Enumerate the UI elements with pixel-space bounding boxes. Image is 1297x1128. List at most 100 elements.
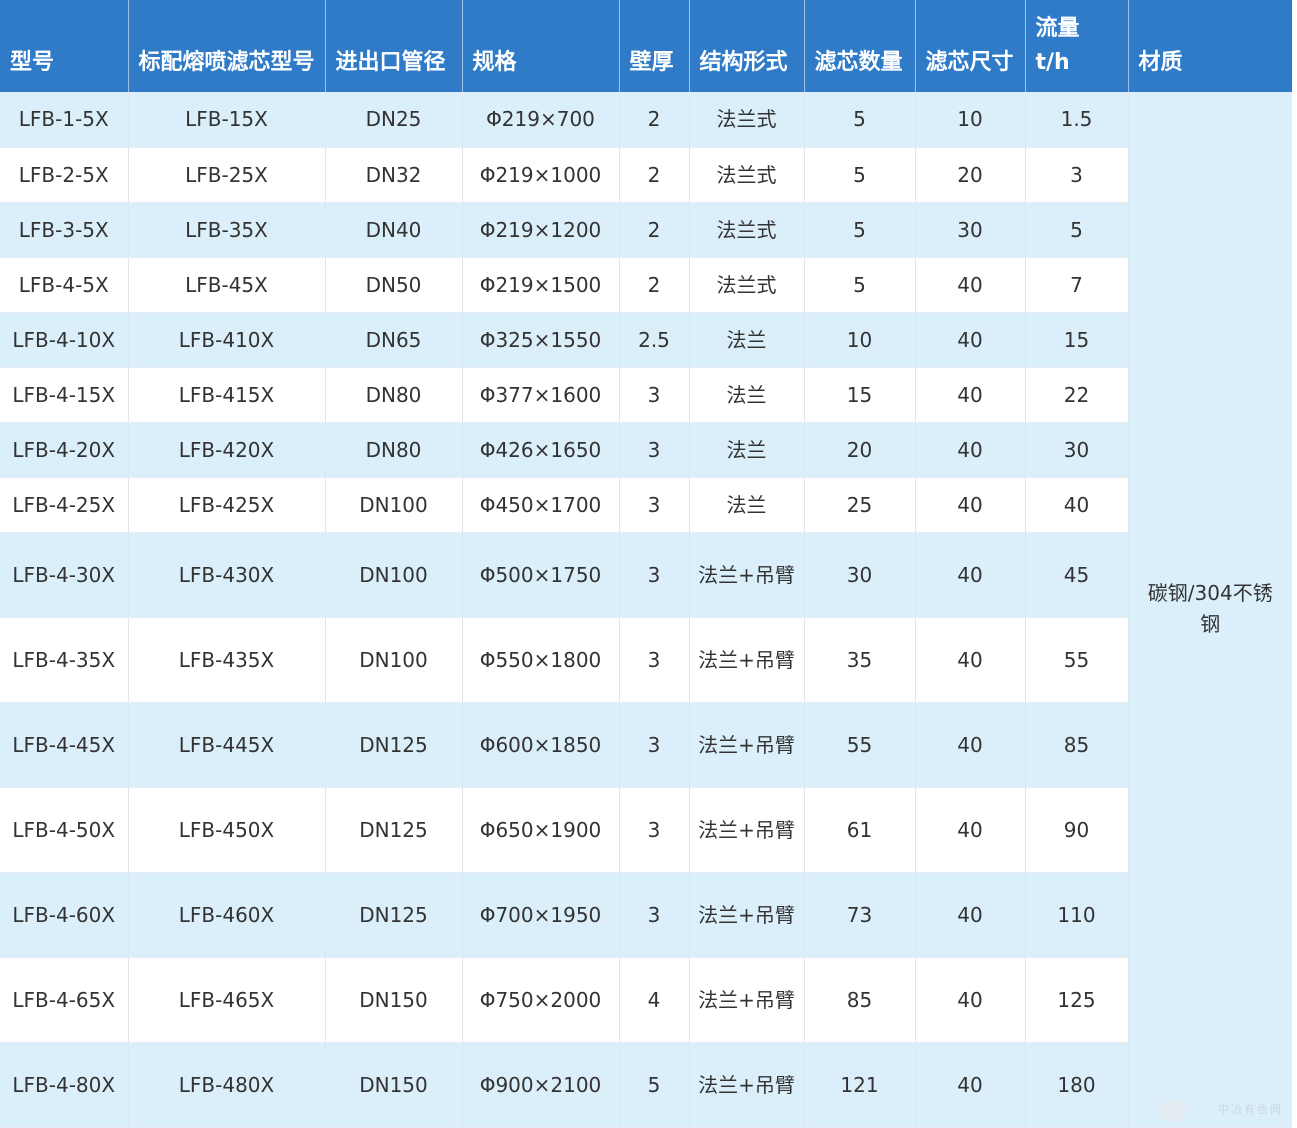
cell-wall-thickness: 3 <box>619 617 689 702</box>
cell-filter-count: 121 <box>804 1042 915 1127</box>
cell-spec: Φ219×700 <box>462 92 619 147</box>
cell-spec: Φ550×1800 <box>462 617 619 702</box>
cell-spec: Φ750×2000 <box>462 957 619 1042</box>
cell-wall-thickness: 3 <box>619 367 689 422</box>
cell-filter-size: 20 <box>915 147 1025 202</box>
cell-wall-thickness: 3 <box>619 532 689 617</box>
watermark-logo-icon <box>1157 1099 1187 1121</box>
cell-model: LFB-4-50X <box>0 787 128 872</box>
table-row: LFB-4-50XLFB-450XDN125Φ650×19003法兰+吊臂614… <box>0 787 1292 872</box>
header-material: 材质 <box>1128 0 1292 92</box>
cell-structure: 法兰 <box>689 422 804 477</box>
cell-flow: 1.5 <box>1025 92 1128 147</box>
cell-model: LFB-4-25X <box>0 477 128 532</box>
cell-pipe-diameter: DN40 <box>325 202 462 257</box>
cell-filter-model: LFB-430X <box>128 532 325 617</box>
header-model: 型号 <box>0 0 128 92</box>
table-row: LFB-4-5XLFB-45XDN50Φ219×15002法兰式5407 <box>0 257 1292 312</box>
cell-flow: 30 <box>1025 422 1128 477</box>
cell-model: LFB-4-60X <box>0 872 128 957</box>
cell-filter-size: 30 <box>915 202 1025 257</box>
cell-pipe-diameter: DN80 <box>325 367 462 422</box>
cell-pipe-diameter: DN100 <box>325 617 462 702</box>
header-spec: 规格 <box>462 0 619 92</box>
cell-structure: 法兰 <box>689 477 804 532</box>
table-row: LFB-4-80XLFB-480XDN150Φ900×21005法兰+吊臂121… <box>0 1042 1292 1127</box>
cell-model: LFB-4-65X <box>0 957 128 1042</box>
cell-filter-count: 10 <box>804 312 915 367</box>
cell-structure: 法兰式 <box>689 92 804 147</box>
cell-wall-thickness: 3 <box>619 787 689 872</box>
cell-structure: 法兰+吊臂 <box>689 1042 804 1127</box>
cell-flow: 110 <box>1025 872 1128 957</box>
cell-spec: Φ900×2100 <box>462 1042 619 1127</box>
cell-filter-count: 61 <box>804 787 915 872</box>
cell-filter-model: LFB-465X <box>128 957 325 1042</box>
cell-model: LFB-4-45X <box>0 702 128 787</box>
cell-filter-count: 55 <box>804 702 915 787</box>
cell-filter-size: 40 <box>915 617 1025 702</box>
cell-model: LFB-4-5X <box>0 257 128 312</box>
cell-filter-count: 30 <box>804 532 915 617</box>
cell-pipe-diameter: DN100 <box>325 477 462 532</box>
cell-filter-model: LFB-420X <box>128 422 325 477</box>
cell-model: LFB-4-80X <box>0 1042 128 1127</box>
cell-spec: Φ426×1650 <box>462 422 619 477</box>
table-row: LFB-4-65XLFB-465XDN150Φ750×20004法兰+吊臂854… <box>0 957 1292 1042</box>
cell-spec: Φ219×1500 <box>462 257 619 312</box>
cell-pipe-diameter: DN100 <box>325 532 462 617</box>
cell-flow: 15 <box>1025 312 1128 367</box>
cell-pipe-diameter: DN65 <box>325 312 462 367</box>
cell-structure: 法兰+吊臂 <box>689 957 804 1042</box>
cell-filter-model: LFB-415X <box>128 367 325 422</box>
cell-structure: 法兰+吊臂 <box>689 872 804 957</box>
cell-filter-count: 73 <box>804 872 915 957</box>
cell-flow: 180 <box>1025 1042 1128 1127</box>
table-row: LFB-1-5XLFB-15XDN25Φ219×7002法兰式5101.5碳钢/… <box>0 92 1292 147</box>
cell-filter-size: 40 <box>915 957 1025 1042</box>
cell-wall-thickness: 3 <box>619 477 689 532</box>
cell-filter-size: 10 <box>915 92 1025 147</box>
cell-filter-count: 15 <box>804 367 915 422</box>
cell-filter-model: LFB-460X <box>128 872 325 957</box>
cell-filter-size: 40 <box>915 367 1025 422</box>
table-row: LFB-4-25XLFB-425XDN100Φ450×17003法兰254040 <box>0 477 1292 532</box>
cell-pipe-diameter: DN32 <box>325 147 462 202</box>
header-flow: 流量 t/h <box>1025 0 1128 92</box>
cell-pipe-diameter: DN125 <box>325 702 462 787</box>
cell-flow: 45 <box>1025 532 1128 617</box>
cell-model: LFB-4-15X <box>0 367 128 422</box>
cell-filter-model: LFB-425X <box>128 477 325 532</box>
cell-structure: 法兰式 <box>689 257 804 312</box>
cell-flow: 22 <box>1025 367 1128 422</box>
cell-spec: Φ600×1850 <box>462 702 619 787</box>
header-filter-size: 滤芯尺寸 <box>915 0 1025 92</box>
cell-filter-size: 40 <box>915 257 1025 312</box>
cell-filter-size: 40 <box>915 787 1025 872</box>
cell-structure: 法兰 <box>689 312 804 367</box>
cell-model: LFB-4-20X <box>0 422 128 477</box>
cell-spec: Φ450×1700 <box>462 477 619 532</box>
table-row: LFB-4-35XLFB-435XDN100Φ550×18003法兰+吊臂354… <box>0 617 1292 702</box>
cell-model: LFB-3-5X <box>0 202 128 257</box>
cell-flow: 55 <box>1025 617 1128 702</box>
cell-structure: 法兰+吊臂 <box>689 617 804 702</box>
header-wall-thickness: 壁厚 <box>619 0 689 92</box>
cell-filter-size: 40 <box>915 477 1025 532</box>
cell-wall-thickness: 2 <box>619 147 689 202</box>
cell-structure: 法兰式 <box>689 202 804 257</box>
cell-model: LFB-4-30X <box>0 532 128 617</box>
cell-filter-count: 20 <box>804 422 915 477</box>
cell-flow: 85 <box>1025 702 1128 787</box>
cell-filter-count: 35 <box>804 617 915 702</box>
cell-flow: 40 <box>1025 477 1128 532</box>
cell-material: 碳钢/304不锈钢 <box>1128 92 1292 1127</box>
cell-filter-count: 85 <box>804 957 915 1042</box>
cell-model: LFB-4-10X <box>0 312 128 367</box>
cell-pipe-diameter: DN25 <box>325 92 462 147</box>
cell-flow: 5 <box>1025 202 1128 257</box>
cell-flow: 90 <box>1025 787 1128 872</box>
cell-flow: 3 <box>1025 147 1128 202</box>
cell-filter-size: 40 <box>915 1042 1025 1127</box>
cell-flow: 7 <box>1025 257 1128 312</box>
